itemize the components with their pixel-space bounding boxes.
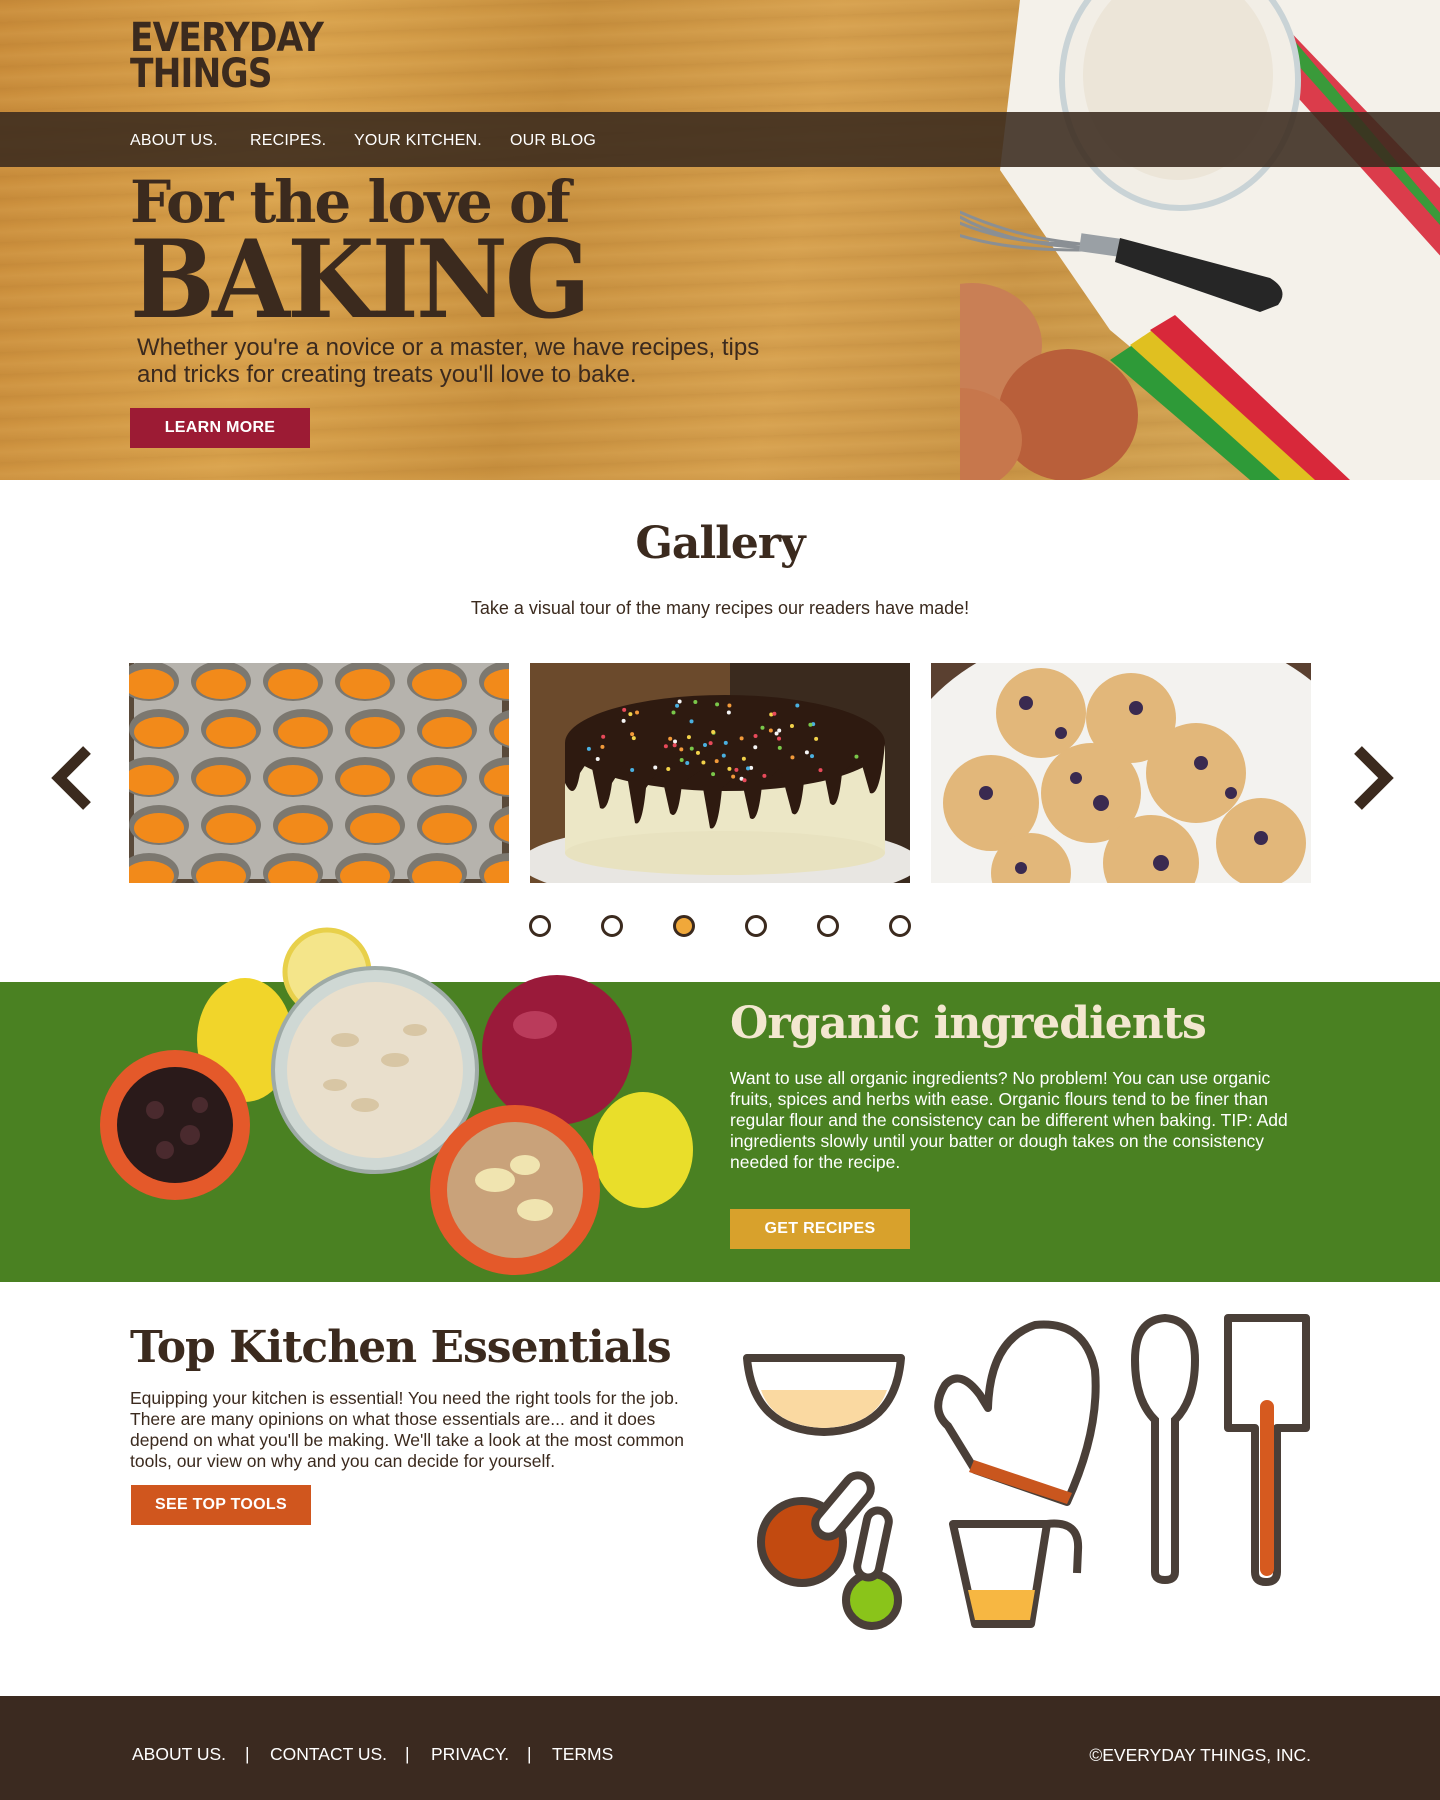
footer-separator: | [245,1744,250,1765]
gallery-image-blueberry-muffins[interactable] [931,663,1311,883]
footer-link-contact-us[interactable]: CONTACT US. [270,1744,387,1765]
kitchen-tools-illustration [735,1310,1315,1640]
logo-line-2: THINGS [130,56,323,92]
carousel-dot[interactable] [745,915,767,937]
organic-body: Want to use all organic ingredients? No … [730,1068,1310,1173]
organic-title: Organic ingredients [730,998,1206,1049]
footer-separator: | [405,1744,410,1765]
gallery-image-muffin-tin[interactable] [129,663,509,883]
nav-about-us[interactable]: ABOUT US. [130,132,218,150]
chevron-left-icon[interactable] [45,738,105,818]
ingredients-image [95,920,715,1300]
baking-still-life [960,0,1440,480]
gallery-image-chocolate-cake[interactable] [530,663,910,883]
footer-separator: | [527,1744,532,1765]
essentials-title: Top Kitchen Essentials [130,1322,671,1373]
nav-your-kitchen[interactable]: YOUR KITCHEN. [354,132,482,150]
site-logo[interactable]: EVERYDAY THINGS [130,20,323,92]
get-recipes-button[interactable]: GET RECIPES [730,1209,910,1249]
carousel-dot[interactable] [817,915,839,937]
copyright-text: ©EVERYDAY THINGS, INC. [1089,1745,1311,1766]
hero-subtitle: Whether you're a novice or a master, we … [137,334,837,388]
spoon-and-spatula-icon [1135,1318,1306,1582]
gallery-title: Gallery [0,518,1440,569]
main-nav: ABOUT US. RECIPES. YOUR KITCHEN. OUR BLO… [0,112,1440,167]
nav-recipes[interactable]: RECIPES. [250,132,326,150]
hero-subtitle-line-2: and tricks for creating treats you'll lo… [137,361,837,388]
see-top-tools-button[interactable]: SEE TOP TOOLS [131,1485,311,1525]
carousel-dot[interactable] [889,915,911,937]
gallery-subtitle: Take a visual tour of the many recipes o… [0,598,1440,619]
chevron-right-icon[interactable] [1340,738,1400,818]
learn-more-button[interactable]: LEARN MORE [130,408,310,448]
hero-subtitle-line-1: Whether you're a novice or a master, we … [137,334,837,361]
footer-link-about-us[interactable]: ABOUT US. [132,1744,226,1765]
footer-link-terms[interactable]: TERMS [552,1744,613,1765]
measuring-cup-icon [953,1524,1078,1624]
oven-mitt-icon [938,1325,1095,1504]
hero-banner: EVERYDAY THINGS ABOUT US. RECIPES. YOUR … [0,0,1440,480]
essentials-body: Equipping your kitchen is essential! You… [130,1388,710,1472]
hero-title: BAKING [130,225,588,335]
measuring-spoons-icon [761,1470,898,1626]
footer-link-privacy[interactable]: PRIVACY. [431,1744,509,1765]
nav-our-blog[interactable]: OUR BLOG [510,132,596,150]
mixing-bowl-icon [747,1358,901,1432]
